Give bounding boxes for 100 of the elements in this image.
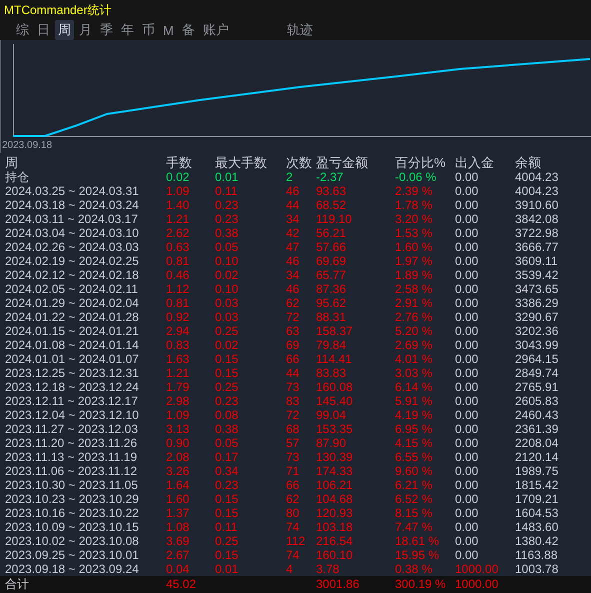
table-cell-text: 0.05 bbox=[215, 436, 240, 450]
table-cell-text: 0.00 bbox=[455, 310, 480, 324]
table-cell-text: 2023.11.13 ~ 2023.11.19 bbox=[5, 450, 138, 464]
table-cell-text: 2023.12.04 ~ 2023.12.10 bbox=[5, 408, 140, 422]
table-cell-text: 130.39 bbox=[316, 450, 354, 464]
table-cell-text: 0.38 bbox=[215, 422, 240, 436]
column-header: 周 bbox=[5, 156, 19, 170]
table-cell-text: 73 bbox=[286, 450, 300, 464]
tab[interactable]: 年 bbox=[118, 20, 137, 40]
table-cell-text: 2849.74 bbox=[515, 366, 560, 380]
table-cell-text: 0.00 bbox=[455, 380, 480, 394]
table-cell-text: 65.77 bbox=[316, 268, 348, 282]
table-cell-text: 0.23 bbox=[215, 394, 240, 408]
table-cell-text: 1.97 % bbox=[395, 254, 434, 268]
table-cell-text: 66 bbox=[286, 478, 300, 492]
tab[interactable]: 账户 bbox=[200, 20, 232, 40]
table-cell-text: 0.00 bbox=[455, 198, 480, 212]
table-cell-text: 1380.42 bbox=[515, 534, 560, 548]
table-cell-text: 1163.88 bbox=[515, 548, 558, 562]
tab[interactable]: 备 bbox=[178, 20, 198, 40]
table-cell-text: 2023.11.06 ~ 2023.11.12 bbox=[5, 464, 138, 478]
table-cell-text: 72 bbox=[286, 408, 300, 422]
table-cell-text: 87.90 bbox=[316, 436, 348, 450]
table-cell-text: 6.14 % bbox=[395, 380, 434, 394]
table-cell-text: 4.19 % bbox=[395, 408, 434, 422]
table-cell-text: 1.63 bbox=[166, 352, 190, 366]
table-cell-text: 34 bbox=[286, 212, 300, 226]
column-header: 手数 bbox=[166, 156, 193, 170]
table-cell-text: 2.67 bbox=[166, 548, 190, 562]
table-cell-text: 0.02 bbox=[215, 268, 240, 282]
table-cell-text: 合计 bbox=[5, 576, 30, 593]
table-cell-text: 0.34 bbox=[215, 464, 240, 478]
table-cell-text: 2024.01.08 ~ 2024.01.14 bbox=[5, 338, 140, 352]
table-cell-text: 0.10 bbox=[215, 254, 240, 268]
window-title: MTCommander统计 bbox=[4, 2, 112, 18]
table-cell-text: 3043.99 bbox=[515, 338, 560, 352]
table-cell-text: 0.92 bbox=[166, 310, 190, 324]
table-cell-text: 1.12 bbox=[166, 282, 190, 296]
table-cell-text: 0.10 bbox=[215, 282, 240, 296]
table-cell-text: 0.15 bbox=[215, 492, 240, 506]
column-header: 百分比% bbox=[395, 156, 447, 170]
table-cell-text: 72 bbox=[286, 310, 300, 324]
table-cell-text: 174.33 bbox=[316, 464, 354, 478]
table-cell-text: 103.18 bbox=[316, 520, 354, 534]
table-cell-text: -0.06 % bbox=[395, 170, 438, 184]
table-cell-text: 1.21 bbox=[166, 366, 190, 380]
table-cell-text: 0.15 bbox=[215, 506, 240, 520]
table-cell-text: 44 bbox=[286, 366, 300, 380]
table-cell-text: 45.02 bbox=[166, 576, 198, 593]
table-cell-text: 68 bbox=[286, 422, 300, 436]
column-header: 最大手数 bbox=[215, 156, 268, 170]
table-cell-text: 3.69 bbox=[166, 534, 190, 548]
table-cell-text: 0.00 bbox=[455, 184, 480, 198]
table-cell-text: 3666.77 bbox=[515, 240, 560, 254]
table-cell-text: 2605.83 bbox=[515, 394, 560, 408]
tab[interactable]: 周 bbox=[55, 20, 74, 40]
table-cell-text: 69.69 bbox=[316, 254, 348, 268]
table-cell-text: 1000.00 bbox=[455, 576, 500, 593]
table-cell-text: 15.95 % bbox=[395, 548, 440, 562]
table-cell-text: 62 bbox=[286, 492, 300, 506]
table-cell-text: 7.47 % bbox=[395, 520, 434, 534]
table-cell-text: 104.68 bbox=[316, 492, 354, 506]
table-cell-text: 0.00 bbox=[455, 394, 480, 408]
table-cell-text: 0.01 bbox=[215, 170, 240, 184]
table-cell-text: 0.00 bbox=[455, 408, 480, 422]
table-cell-text: 2.62 bbox=[166, 226, 190, 240]
table-cell-text: 0.11 bbox=[215, 184, 238, 198]
table-cell-text: 0.00 bbox=[455, 506, 480, 520]
table-cell-text: 0.00 bbox=[455, 338, 480, 352]
table-cell-text: 6.21 % bbox=[395, 478, 434, 492]
tab[interactable]: 月 bbox=[76, 20, 95, 40]
table-cell-text: 0.00 bbox=[455, 268, 480, 282]
table-cell-text: 0.00 bbox=[455, 464, 480, 478]
table-cell-text: 95.62 bbox=[316, 296, 348, 310]
table-cell-text: 0.01 bbox=[215, 562, 240, 576]
table-cell-text: 4004.23 bbox=[515, 184, 560, 198]
table-cell-text: 2.58 % bbox=[395, 282, 434, 296]
tab[interactable]: 季 bbox=[97, 20, 116, 40]
table-cell-text: 2024.02.26 ~ 2024.03.03 bbox=[5, 240, 140, 254]
tab[interactable]: 币 bbox=[139, 20, 158, 40]
table-cell-text: 1.37 bbox=[166, 506, 190, 520]
table-cell-text: 145.40 bbox=[316, 394, 354, 408]
table-cell-text: 114.41 bbox=[316, 352, 353, 366]
tab[interactable]: 综 bbox=[13, 20, 32, 40]
table-cell-text: 0.23 bbox=[215, 478, 240, 492]
table-cell-text: 1709.21 bbox=[515, 492, 560, 506]
table-cell-text: 2.69 % bbox=[395, 338, 434, 352]
table-cell-text: 0.25 bbox=[215, 324, 240, 338]
table-cell-text: 2361.39 bbox=[515, 422, 560, 436]
tab[interactable]: M bbox=[160, 22, 177, 38]
tab[interactable]: 轨迹 bbox=[284, 20, 316, 40]
table-cell-text: 0.00 bbox=[455, 226, 480, 240]
table-cell-text: 2024.01.29 ~ 2024.02.04 bbox=[5, 296, 140, 310]
tab[interactable]: 日 bbox=[34, 20, 53, 40]
table-cell-text: 1.53 % bbox=[395, 226, 434, 240]
table-cell-text: 0.00 bbox=[455, 450, 480, 464]
table-cell-text: 4004.23 bbox=[515, 170, 560, 184]
table-cell-text: 0.38 bbox=[215, 226, 240, 240]
table-cell-text: 73 bbox=[286, 380, 300, 394]
table-cell-text: 0.00 bbox=[455, 324, 480, 338]
